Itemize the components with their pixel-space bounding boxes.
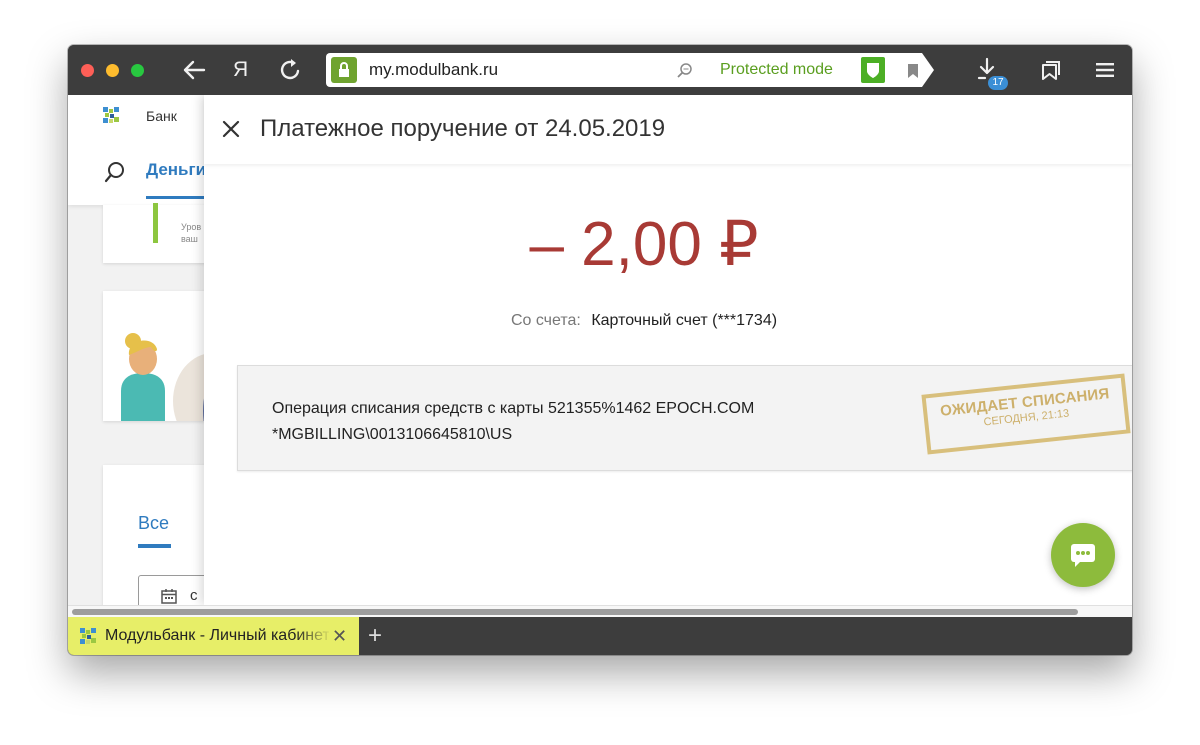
chat-icon-tail (1075, 561, 1081, 567)
operation-description-box: Операция списания средств с карты 521355… (237, 365, 1132, 471)
minimize-window-button[interactable] (106, 64, 119, 77)
drawer-title: Платежное поручение от 24.05.2019 (260, 115, 666, 142)
payment-order-drawer: Платежное поручение от 24.05.2019 – 2,00… (204, 95, 1132, 605)
source-account-value: Карточный счет (***1734) (591, 312, 778, 329)
browser-toolbar: Я my.modulbank.ru Protected mode 17 (68, 45, 1132, 95)
filter-tab-underline (138, 544, 171, 548)
downloads-count-badge: 17 (988, 76, 1008, 90)
chat-button[interactable] (1051, 523, 1115, 587)
tab-modulbank[interactable]: Модульбанк - Личный кабинет ✕ (68, 617, 359, 655)
new-tab-button[interactable]: + (368, 624, 382, 648)
date-filter-prefix: с (190, 587, 198, 604)
yandex-home-button[interactable]: Я (233, 58, 248, 82)
bank-nav-label[interactable]: Банк (146, 108, 177, 124)
tab-bar: Модульбанк - Личный кабинет ✕ + (68, 617, 1132, 655)
secure-connection-badge[interactable] (331, 57, 357, 83)
protect-shield-badge[interactable] (861, 57, 885, 83)
browser-window: Я my.modulbank.ru Protected mode 17 Банк… (68, 45, 1132, 655)
menu-icon[interactable] (1096, 62, 1114, 78)
page-viewport: Банк Деньги Уров ваш Все с Платежное пор… (68, 95, 1132, 605)
collections-icon[interactable] (1040, 59, 1062, 81)
drawer-header: Платежное поручение от 24.05.2019 (204, 95, 1132, 164)
protected-mode-label[interactable]: Protected mode (720, 61, 833, 79)
progress-indicator (153, 203, 158, 243)
address-bar-tip (922, 53, 934, 87)
operation-description-line-2: *MGBILLING\0013106645810\US (272, 426, 513, 443)
payment-amount: – 2,00 ₽ (529, 210, 759, 279)
page-search-icon[interactable] (676, 62, 694, 80)
info-card-text: Уров ваш (181, 222, 202, 244)
operation-description-line-1: Операция списания средств с карты 521355… (272, 400, 755, 417)
shield-icon (867, 63, 879, 78)
source-account-label: Со счета: (510, 312, 581, 329)
source-account-line: Со счета: Карточный счет (***1734) (204, 312, 1084, 330)
close-window-button[interactable] (81, 64, 94, 77)
pending-status-stamp: ОЖИДАЕТ СПИСАНИЯ СЕГОДНЯ, 21:13 (921, 373, 1131, 455)
zoom-window-button[interactable] (131, 64, 144, 77)
modulbank-logo-icon (103, 107, 119, 123)
close-icon[interactable] (222, 120, 240, 138)
url-text[interactable]: my.modulbank.ru (369, 60, 498, 80)
search-icon[interactable] (104, 161, 126, 183)
tab-close-icon[interactable]: ✕ (332, 626, 347, 647)
lock-icon (339, 62, 349, 77)
chat-icon (1071, 544, 1095, 562)
reload-icon[interactable] (280, 58, 302, 82)
bookmark-icon[interactable] (907, 63, 919, 79)
operation-description: Операция списания средств с карты 521355… (272, 396, 892, 448)
tab-title-fade (296, 617, 332, 655)
back-arrow-icon[interactable] (182, 59, 206, 81)
address-bar[interactable]: my.modulbank.ru Protected mode (326, 53, 922, 87)
calendar-icon (161, 589, 177, 604)
scrollbar-thumb[interactable] (72, 609, 1078, 615)
modulbank-favicon-icon (80, 628, 96, 644)
nav-tab-money[interactable]: Деньги (146, 160, 206, 180)
filter-tab-all[interactable]: Все (138, 513, 169, 534)
